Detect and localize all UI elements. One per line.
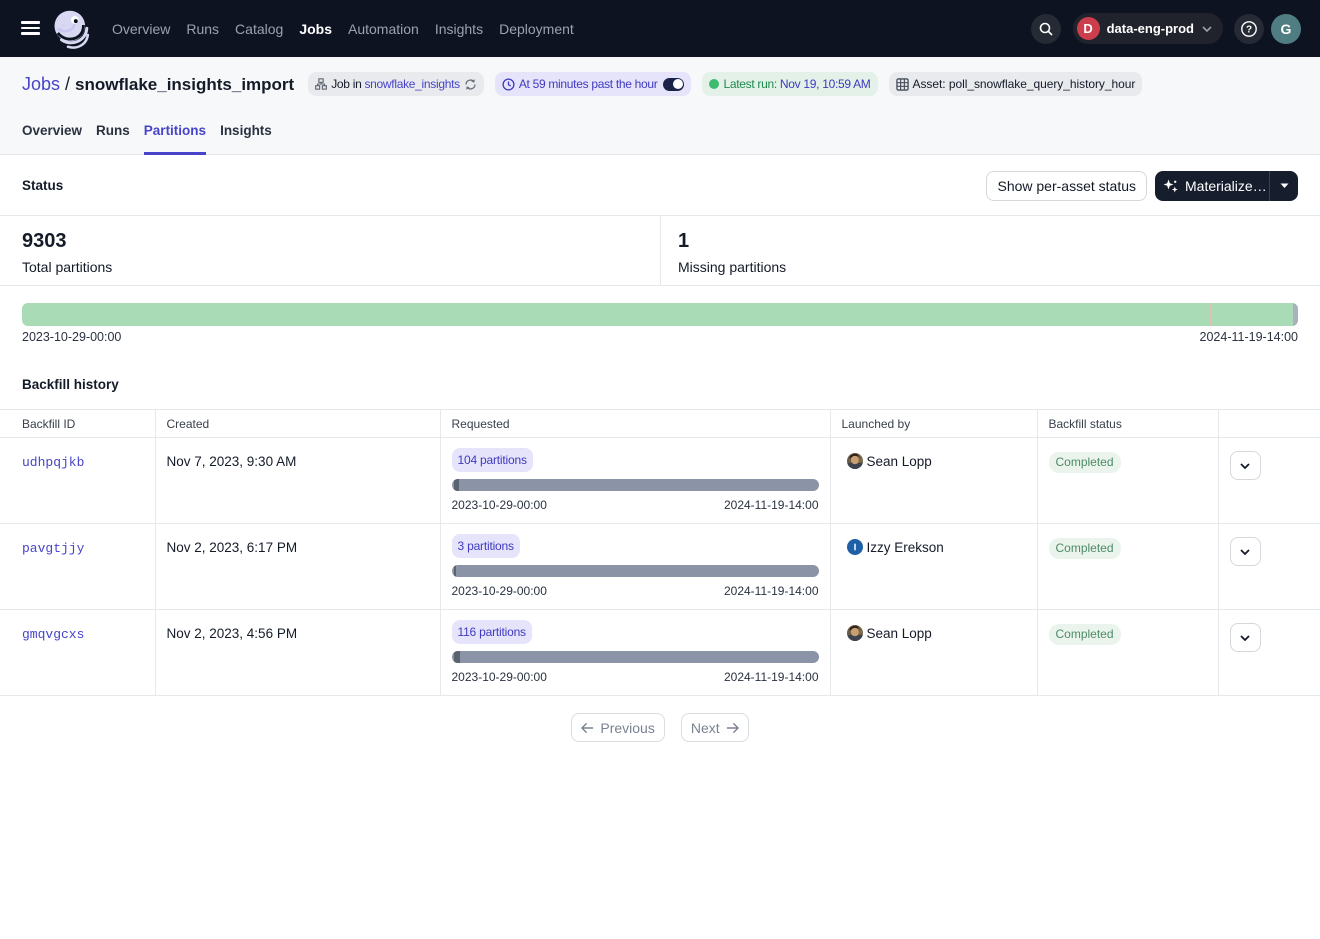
svg-text:?: ? — [1246, 24, 1252, 35]
